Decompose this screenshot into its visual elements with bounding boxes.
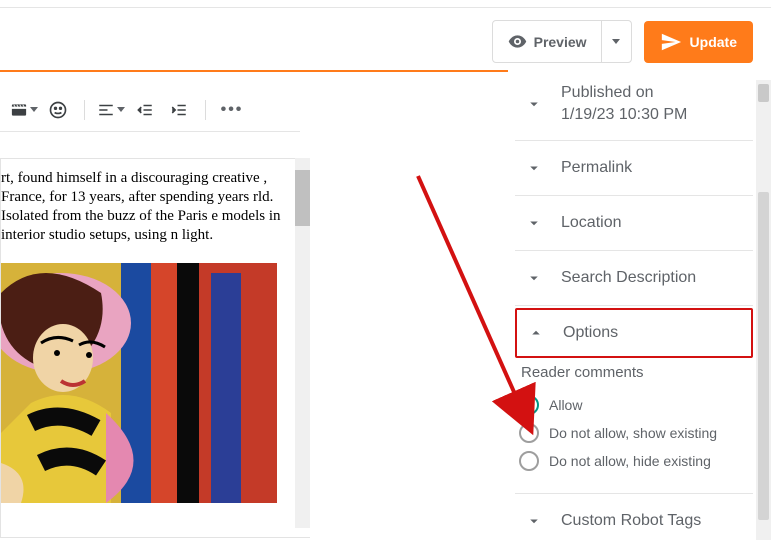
editor-toolbar: •••: [0, 88, 300, 132]
preview-dropdown[interactable]: [601, 21, 631, 62]
content-image: [1, 263, 277, 503]
radio-show-label: Do not allow, show existing: [549, 425, 717, 442]
permalink-label: Permalink: [561, 157, 632, 179]
options-header[interactable]: Options: [515, 308, 753, 358]
chevron-down-icon: [612, 39, 620, 44]
align-left-icon: [97, 101, 115, 119]
radio-allow[interactable]: Allow: [515, 391, 753, 419]
eye-icon: [507, 31, 528, 52]
location-label: Location: [561, 212, 622, 234]
published-date: 1/19/23 10:30 PM: [561, 104, 687, 126]
emoji-button[interactable]: [44, 96, 72, 124]
editor-scrollbar[interactable]: [295, 158, 310, 528]
outdent-button[interactable]: [131, 96, 159, 124]
panel-options: Options Reader comments Allow Do not all…: [515, 308, 753, 494]
scroll-thumb[interactable]: [758, 192, 769, 520]
page-scrollbar[interactable]: [756, 80, 771, 540]
radio-allow-label: Allow: [549, 397, 582, 414]
outdent-icon: [136, 101, 154, 119]
reader-comments-label: Reader comments: [515, 360, 753, 391]
align-button[interactable]: [97, 96, 125, 124]
panel-location[interactable]: Location: [515, 196, 753, 251]
indent-button[interactable]: [165, 96, 193, 124]
indent-icon: [170, 101, 188, 119]
send-icon: [660, 31, 682, 53]
editor-divider: [0, 70, 508, 72]
scroll-button-up[interactable]: [758, 84, 769, 102]
separator: [205, 100, 206, 120]
more-button[interactable]: •••: [218, 96, 246, 124]
chevron-down-icon: [117, 107, 125, 112]
editor-content[interactable]: rt, found himself in a discouraging crea…: [0, 158, 310, 538]
preview-button[interactable]: Preview: [493, 21, 601, 62]
settings-sidebar: Published on 1/19/23 10:30 PM Permalink …: [515, 72, 753, 548]
separator: [84, 100, 85, 120]
search-desc-label: Search Description: [561, 267, 696, 289]
panel-published[interactable]: Published on 1/19/23 10:30 PM: [515, 72, 753, 141]
video-button[interactable]: [10, 96, 38, 124]
chevron-down-icon: [30, 107, 38, 112]
panel-search-description[interactable]: Search Description: [515, 251, 753, 306]
update-button[interactable]: Update: [644, 21, 753, 63]
radio-no-allow-show[interactable]: Do not allow, show existing: [515, 419, 753, 447]
smiley-icon: [48, 100, 68, 120]
body-text: rt, found himself in a discouraging crea…: [1, 159, 310, 255]
options-label: Options: [563, 322, 618, 344]
panel-permalink[interactable]: Permalink: [515, 141, 753, 196]
chevron-down-icon: [525, 95, 543, 113]
published-label: Published on: [561, 82, 687, 104]
preview-label: Preview: [534, 34, 587, 50]
scroll-thumb[interactable]: [295, 170, 310, 226]
radio-no-allow-hide[interactable]: Do not allow, hide existing: [515, 447, 753, 475]
preview-split: Preview: [492, 20, 632, 63]
custom-robots-label: Custom Robot Tags: [561, 510, 701, 532]
radio-hide-label: Do not allow, hide existing: [549, 453, 711, 470]
update-label: Update: [690, 34, 737, 50]
clapper-icon: [10, 100, 28, 120]
annotation-arrow: [412, 170, 542, 455]
chevron-down-icon: [525, 512, 543, 530]
more-icon: •••: [221, 101, 244, 119]
panel-custom-robots[interactable]: Custom Robot Tags: [515, 494, 753, 548]
